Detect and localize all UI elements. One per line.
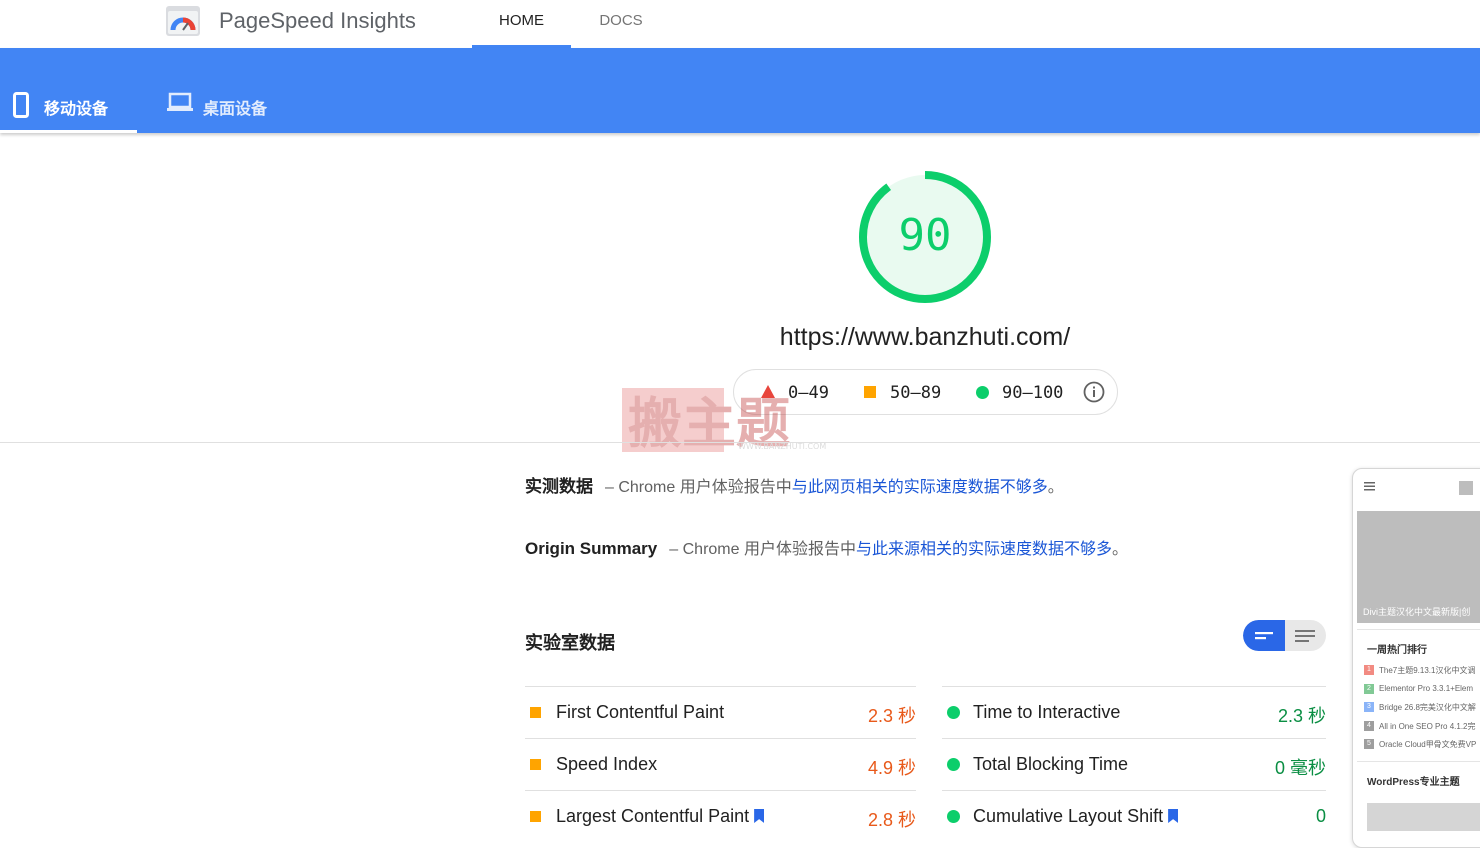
preview-hot-rank: 3 bbox=[1364, 702, 1374, 712]
preview-hot-text: Oracle Cloud甲骨文免费VP bbox=[1379, 740, 1477, 749]
preview-placeholder-block bbox=[1367, 803, 1480, 831]
app-title[interactable]: PageSpeed Insights bbox=[219, 8, 416, 34]
metric-name: Cumulative Layout Shift bbox=[973, 806, 1164, 826]
watermark-sub-text: WWW.BANZHUTI.COM bbox=[738, 442, 826, 451]
field-data-row: 实测数据 – Chrome 用户体验报告中与此网页相关的实际速度数据不够多。 bbox=[525, 472, 1064, 497]
preview-hot-item: 4 All in One SEO Pro 4.1.2完 bbox=[1364, 720, 1476, 740]
preview-hot-text: The7主题9.13.1汉化中文调 bbox=[1379, 666, 1476, 675]
top-header: PageSpeed Insights HOME DOCS bbox=[0, 0, 1480, 48]
metric-time-to-interactive: Time to Interactive 2.3 秒 bbox=[942, 686, 1326, 738]
preview-hot-rank: 2 bbox=[1364, 683, 1374, 694]
preview-hot-title: 一周热门排行 bbox=[1367, 645, 1427, 656]
tested-url: https://www.banzhuti.com/ bbox=[779, 323, 1071, 351]
field-data-desc: – Chrome 用户体验报告中 bbox=[605, 479, 792, 496]
metric-name: Largest Contentful Paint bbox=[556, 806, 750, 826]
device-tab-bar: 移动设备 桌面设备 bbox=[0, 48, 1480, 133]
circle-pass-icon bbox=[976, 386, 989, 399]
preview-divider bbox=[1357, 629, 1480, 630]
pagespeed-logo-icon[interactable] bbox=[166, 6, 200, 36]
preview-hot-rank: 1 bbox=[1364, 665, 1374, 675]
view-toggle bbox=[1243, 620, 1326, 651]
preview-hot-item: 2 Elementor Pro 3.3.1+Elem bbox=[1364, 683, 1476, 703]
tab-desktop-label: 桌面设备 bbox=[203, 101, 268, 118]
list-view-icon bbox=[1295, 630, 1315, 642]
origin-summary-end: 。 bbox=[1111, 541, 1128, 558]
metric-value: 0 毫秒 bbox=[1274, 758, 1326, 778]
info-icon[interactable] bbox=[1083, 381, 1105, 403]
origin-summary-desc: – Chrome 用户体验报告中 bbox=[669, 541, 856, 558]
preview-wp-title: WordPress专业主题 bbox=[1367, 777, 1460, 788]
preview-hot-item: 3 Bridge 26.8完美汉化中文解 bbox=[1364, 702, 1476, 721]
preview-hot-rank: 4 bbox=[1364, 720, 1374, 731]
section-divider bbox=[0, 442, 1480, 443]
metric-value: 2.8 秒 bbox=[867, 810, 916, 830]
metric-value: 4.9 秒 bbox=[867, 758, 916, 778]
metric-name-wrap: Cumulative Layout Shift bbox=[973, 806, 1179, 827]
metric-value: 2.3 秒 bbox=[867, 706, 916, 726]
circle-pass-icon bbox=[947, 758, 960, 771]
preview-hot-item: 1 The7主题9.13.1汉化中文调 bbox=[1364, 665, 1476, 684]
field-data-title: 实测数据 bbox=[525, 477, 593, 496]
bookmark-icon bbox=[1168, 809, 1179, 823]
preview-hot-text: Elementor Pro 3.3.1+Elem bbox=[1379, 683, 1474, 693]
metric-name: Speed Index bbox=[556, 754, 658, 774]
preview-hot-list: 1 The7主题9.13.1汉化中文调 2 Elementor Pro 3.3.1+E… bbox=[1364, 665, 1476, 758]
preview-banner-text: Divi主题汉化中文最新版|创 bbox=[1363, 607, 1471, 617]
square-average-icon bbox=[530, 759, 541, 770]
origin-summary-title: Origin Summary bbox=[525, 539, 658, 558]
tab-home[interactable]: HOME bbox=[472, 0, 571, 48]
metric-value: 0 bbox=[1315, 806, 1326, 826]
metric-name-wrap: Largest Contentful Paint bbox=[556, 806, 765, 827]
summary-view-icon bbox=[1255, 632, 1273, 640]
preview-hot-rank: 5 bbox=[1364, 739, 1374, 749]
square-average-icon bbox=[530, 811, 541, 822]
square-average-icon bbox=[864, 386, 876, 398]
summary-view-button[interactable] bbox=[1243, 620, 1285, 651]
preview-hot-text: Bridge 26.8完美汉化中文解 bbox=[1379, 703, 1476, 712]
metric-name: Time to Interactive bbox=[973, 702, 1121, 722]
list-view-button[interactable] bbox=[1285, 620, 1326, 651]
field-data-link[interactable]: 与此网页相关的实际速度数据不够多 bbox=[792, 479, 1048, 496]
metric-first-contentful-paint: First Contentful Paint 2.3 秒 bbox=[525, 686, 916, 738]
square-average-icon bbox=[530, 707, 541, 718]
metric-value: 2.3 秒 bbox=[1277, 706, 1326, 726]
circle-pass-icon bbox=[947, 810, 960, 823]
metric-largest-contentful-paint: Largest Contentful Paint 2.8 秒 bbox=[525, 790, 916, 842]
preview-hot-item: 5 Oracle Cloud甲骨文免费VP bbox=[1364, 739, 1476, 758]
tab-docs[interactable]: DOCS bbox=[571, 0, 671, 48]
preview-divider bbox=[1357, 761, 1480, 762]
laptop-icon bbox=[167, 92, 193, 111]
metric-total-blocking-time: Total Blocking Time 0 毫秒 bbox=[942, 738, 1326, 790]
smartphone-icon bbox=[13, 92, 29, 118]
metric-name: First Contentful Paint bbox=[556, 702, 725, 722]
watermark-logo: 搬主题 WWW.BANZHUTI.COM bbox=[622, 388, 826, 455]
performance-score-value: 90 bbox=[898, 210, 952, 261]
legend-average-range: 50–89 bbox=[890, 383, 942, 403]
origin-summary-row: Origin Summary – Chrome 用户体验报告中与此来源相关的实际速… bbox=[525, 535, 1128, 559]
circle-pass-icon bbox=[947, 706, 960, 719]
hamburger-menu-icon bbox=[1364, 482, 1375, 491]
tab-mobile[interactable]: 移动设备 bbox=[0, 48, 137, 133]
metric-speed-index: Speed Index 4.9 秒 bbox=[525, 738, 916, 790]
search-box-icon bbox=[1459, 481, 1473, 495]
lab-data-title: 实验室数据 bbox=[525, 633, 615, 653]
origin-summary-link[interactable]: 与此来源相关的实际速度数据不够多 bbox=[856, 541, 1112, 558]
tab-mobile-label: 移动设备 bbox=[44, 101, 109, 118]
final-screenshot-preview: Divi主题汉化中文最新版|创 一周热门排行 1 The7主题9.13.1汉化中文… bbox=[1352, 468, 1480, 848]
metric-cumulative-layout-shift: Cumulative Layout Shift 0 bbox=[942, 790, 1326, 842]
tab-desktop[interactable]: 桌面设备 bbox=[150, 48, 290, 133]
preview-banner: Divi主题汉化中文最新版|创 bbox=[1357, 511, 1480, 623]
legend-pass-range: 90–100 bbox=[1002, 383, 1064, 403]
bookmark-icon bbox=[754, 809, 765, 823]
metric-name: Total Blocking Time bbox=[973, 754, 1129, 774]
preview-hot-text: All in One SEO Pro 4.1.2完 bbox=[1379, 721, 1476, 731]
field-data-end: 。 bbox=[1047, 479, 1064, 496]
